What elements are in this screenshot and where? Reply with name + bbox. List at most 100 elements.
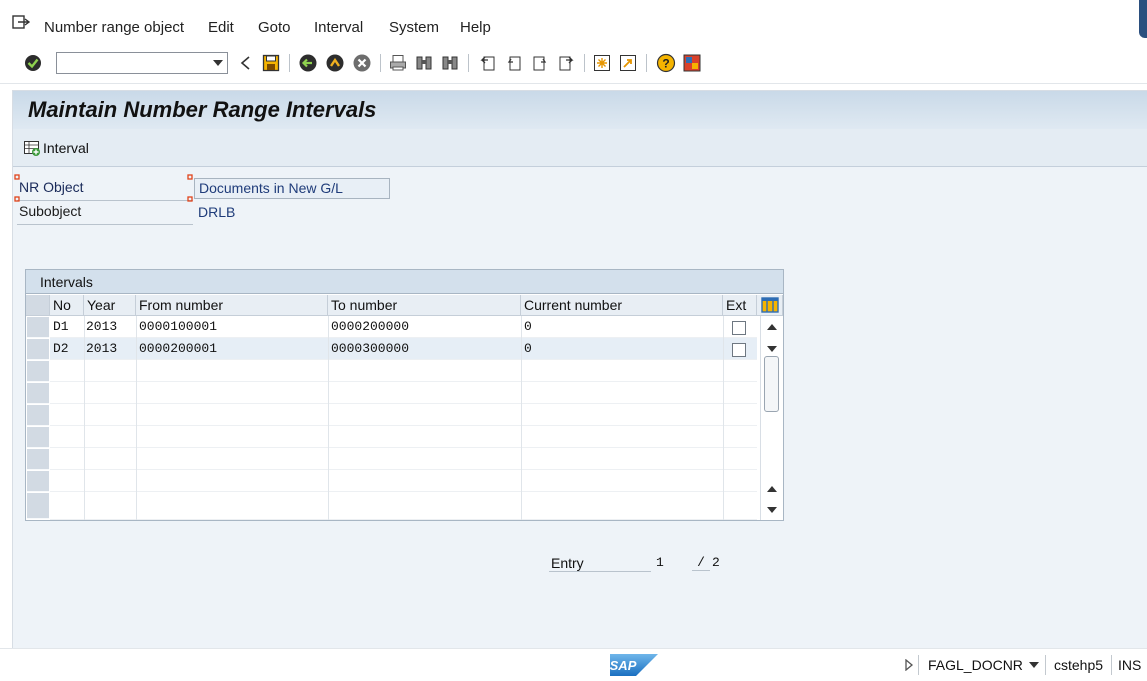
nr-object-label-text: NR Object — [19, 179, 84, 195]
enter-icon[interactable] — [22, 52, 44, 74]
table-row-empty[interactable] — [50, 448, 757, 470]
sap-logo-text: SAP — [610, 658, 637, 673]
ext-checkbox[interactable] — [732, 343, 746, 357]
page-title: Maintain Number Range Intervals — [28, 97, 377, 122]
subobject-label: Subobject — [17, 203, 193, 225]
cell-year[interactable]: 2013 — [84, 338, 117, 360]
row-selector[interactable] — [27, 383, 49, 404]
help-icon[interactable]: ? — [655, 52, 677, 74]
table-row-empty[interactable] — [50, 404, 757, 426]
toolbar-separator — [646, 54, 647, 72]
new-session-icon[interactable] — [591, 52, 613, 74]
previous-page-icon[interactable] — [503, 52, 525, 74]
nr-object-field[interactable]: Documents in New G/L — [194, 178, 390, 199]
first-page-icon[interactable] — [477, 52, 499, 74]
table-caption-text: Intervals — [40, 274, 93, 290]
toolbar-separator — [468, 54, 469, 72]
entry-slash: / — [692, 555, 710, 571]
row-selector[interactable] — [27, 471, 49, 492]
save-icon[interactable] — [260, 52, 282, 74]
scroll-page-up-icon[interactable] — [767, 486, 777, 492]
table-row-empty[interactable] — [50, 492, 757, 520]
table-scrollbar[interactable] — [760, 316, 782, 520]
scroll-down-icon[interactable] — [767, 346, 777, 352]
cell-no[interactable]: D1 — [51, 316, 69, 338]
transaction-dropdown-icon[interactable] — [1029, 662, 1039, 669]
shortcut-icon[interactable] — [617, 52, 639, 74]
cell-to-number[interactable]: 0000200000 — [329, 316, 409, 338]
find-icon[interactable] — [413, 52, 435, 74]
status-separator — [1045, 655, 1046, 675]
scroll-page-down-icon[interactable] — [767, 507, 777, 513]
table-row-empty[interactable] — [50, 360, 757, 382]
next-page-icon[interactable] — [529, 52, 551, 74]
select-all-header[interactable] — [26, 295, 50, 316]
row-selector[interactable] — [27, 493, 49, 519]
add-interval-icon — [24, 141, 40, 156]
menu-number-range-object[interactable]: Number range object — [44, 19, 184, 36]
row-selector[interactable] — [27, 361, 49, 382]
cell-current-number[interactable]: 0 — [522, 316, 532, 338]
menu-goto[interactable]: Goto — [258, 19, 291, 36]
insert-mode[interactable]: INS — [1118, 657, 1141, 673]
exit-icon[interactable] — [324, 52, 346, 74]
cell-no[interactable]: D2 — [51, 338, 69, 360]
subobject-value: DRLB — [198, 204, 236, 220]
nr-object-value: Documents in New G/L — [199, 180, 343, 196]
cell-to-number[interactable]: 0000300000 — [329, 338, 409, 360]
cancel-icon[interactable] — [351, 52, 373, 74]
table-settings-button[interactable] — [757, 295, 783, 316]
command-dropdown-icon[interactable] — [213, 60, 223, 66]
scroll-up-icon[interactable] — [767, 324, 777, 330]
column-header-ext[interactable]: Ext — [723, 295, 757, 316]
column-header-no[interactable]: No — [50, 295, 84, 316]
row-selector[interactable] — [27, 317, 49, 338]
table-settings-icon — [760, 297, 779, 313]
menu-help[interactable]: Help — [460, 19, 491, 36]
print-icon[interactable] — [387, 52, 409, 74]
column-header-from-number[interactable]: From number — [136, 295, 328, 316]
interval-button[interactable]: Interval — [23, 138, 89, 158]
table-row-empty[interactable] — [50, 426, 757, 448]
window-corner — [1139, 0, 1147, 38]
table-row-empty[interactable] — [50, 382, 757, 404]
entry-current: 1 — [656, 555, 664, 570]
nr-object-label: NR Object — [17, 179, 193, 201]
scroll-thumb[interactable] — [764, 356, 779, 412]
selection-marker-icon — [14, 174, 20, 202]
customize-layout-icon[interactable] — [681, 52, 703, 74]
row-selector[interactable] — [27, 405, 49, 426]
row-selector[interactable] — [27, 427, 49, 448]
cell-from-number[interactable]: 0000200001 — [137, 338, 217, 360]
menu-system[interactable]: System — [389, 19, 439, 36]
main-panel: Maintain Number Range Intervals Interval… — [12, 90, 1147, 648]
cell-from-number[interactable]: 0000100001 — [137, 316, 217, 338]
column-header-current-number[interactable]: Current number — [521, 295, 723, 316]
cell-current-number[interactable]: 0 — [522, 338, 532, 360]
title-bar: Maintain Number Range Intervals — [13, 91, 1147, 129]
command-input[interactable] — [57, 53, 207, 73]
back-triangle-icon[interactable] — [234, 52, 256, 74]
menu-bar: Number range object Edit Goto Interval S… — [0, 0, 1147, 44]
toolbar-separator — [380, 54, 381, 72]
back-icon[interactable] — [297, 52, 319, 74]
table-row-empty[interactable] — [50, 470, 757, 492]
menu-edit[interactable]: Edit — [208, 19, 234, 36]
status-separator — [1111, 655, 1112, 675]
find-next-icon[interactable] — [439, 52, 461, 74]
column-header-year[interactable]: Year — [84, 295, 136, 316]
column-header-to-number[interactable]: To number — [328, 295, 521, 316]
row-selector[interactable] — [27, 339, 49, 360]
status-expand-icon[interactable] — [904, 659, 914, 671]
row-selector[interactable] — [27, 449, 49, 470]
last-page-icon[interactable] — [555, 52, 577, 74]
column-divider — [723, 316, 724, 520]
command-field[interactable] — [56, 52, 228, 74]
application-toolbar: Interval — [13, 129, 1147, 167]
entry-total: 2 — [712, 555, 720, 570]
menu-interval[interactable]: Interval — [314, 19, 363, 36]
menu-toggle-icon[interactable] — [12, 14, 30, 30]
svg-text:?: ? — [662, 57, 669, 71]
ext-checkbox[interactable] — [732, 321, 746, 335]
cell-year[interactable]: 2013 — [84, 316, 117, 338]
